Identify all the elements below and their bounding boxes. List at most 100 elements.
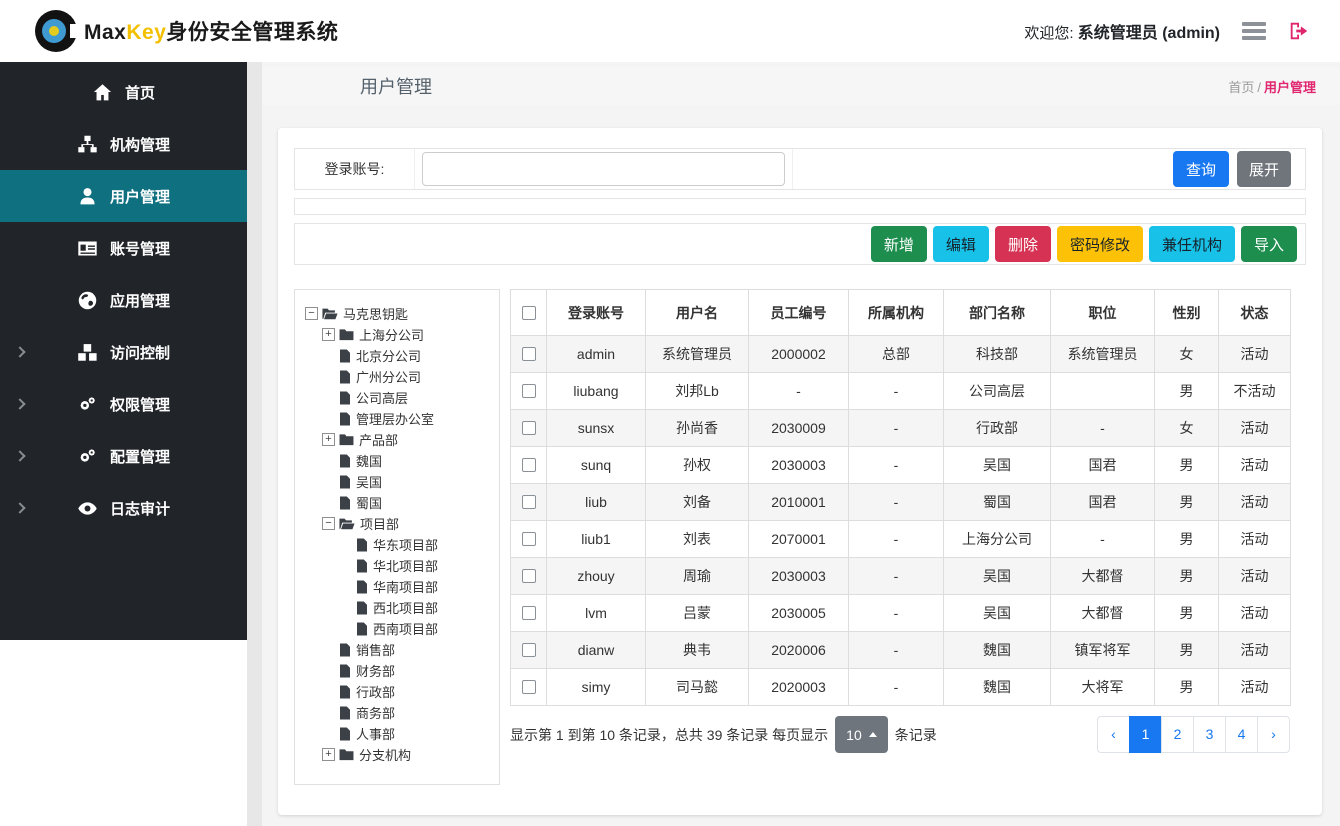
tree-node[interactable]: 魏国 bbox=[303, 450, 491, 471]
tree-node[interactable]: 销售部 bbox=[303, 639, 491, 660]
table-cell: 魏国 bbox=[944, 632, 1051, 669]
expand-icon[interactable]: + bbox=[322, 433, 335, 446]
add-button[interactable]: 新增 bbox=[871, 226, 927, 262]
tree-node[interactable]: −马克思钥匙 bbox=[303, 303, 491, 324]
tree-node[interactable]: 西南项目部 bbox=[303, 618, 491, 639]
table-cell: 2000002 bbox=[749, 336, 849, 373]
tree-node[interactable]: +上海分公司 bbox=[303, 324, 491, 345]
select-all-checkbox[interactable] bbox=[522, 306, 536, 320]
page-size-value: 10 bbox=[846, 727, 862, 743]
brand-max: Max bbox=[84, 21, 126, 44]
logout-icon[interactable] bbox=[1288, 20, 1310, 42]
row-select-cell bbox=[511, 484, 547, 521]
row-checkbox[interactable] bbox=[522, 606, 536, 620]
collapse-icon[interactable]: − bbox=[305, 307, 318, 320]
table-cell: 2030009 bbox=[749, 410, 849, 447]
query-button[interactable]: 查询 bbox=[1173, 151, 1229, 187]
sidebar-item-audit[interactable]: 日志审计 bbox=[0, 482, 247, 534]
pagination: ‹1234› bbox=[1097, 716, 1290, 753]
sidebar-item-access[interactable]: 访问控制 bbox=[0, 326, 247, 378]
breadcrumb-home-link[interactable]: 首页 bbox=[1228, 80, 1254, 95]
row-checkbox[interactable] bbox=[522, 532, 536, 546]
search-form: 登录账号: 查询 展开 bbox=[294, 148, 1306, 190]
sidebar-item-users[interactable]: 用户管理 bbox=[0, 170, 247, 222]
table-row[interactable]: liub1刘表2070001-上海分公司-男活动 bbox=[511, 521, 1291, 558]
app-header: MaxKey身份安全管理系统 欢迎您: 系统管理员 (admin) bbox=[0, 0, 1340, 62]
table-row[interactable]: liubang刘邦Lb--公司高层男不活动 bbox=[511, 373, 1291, 410]
sidebar-item-apps[interactable]: 应用管理 bbox=[0, 274, 247, 326]
table-row[interactable]: admin系统管理员2000002总部科技部系统管理员女活动 bbox=[511, 336, 1291, 373]
table-row[interactable]: simy司马懿2020003-魏国大将军男活动 bbox=[511, 669, 1291, 706]
table-cell: - bbox=[849, 669, 944, 706]
table-cell: 男 bbox=[1155, 595, 1219, 632]
tree-node[interactable]: 西北项目部 bbox=[303, 597, 491, 618]
expand-icon[interactable]: + bbox=[322, 748, 335, 761]
tree-node[interactable]: 华北项目部 bbox=[303, 555, 491, 576]
table-cell: lvm bbox=[547, 595, 646, 632]
collapse-icon[interactable]: − bbox=[322, 517, 335, 530]
table-cell: 吴国 bbox=[944, 558, 1051, 595]
row-checkbox[interactable] bbox=[522, 569, 536, 583]
row-checkbox[interactable] bbox=[522, 421, 536, 435]
tree-node[interactable]: 华南项目部 bbox=[303, 576, 491, 597]
row-checkbox[interactable] bbox=[522, 458, 536, 472]
tree-node[interactable]: 广州分公司 bbox=[303, 366, 491, 387]
file-icon bbox=[356, 538, 368, 552]
table-row[interactable]: zhouy周瑜2030003-吴国大都督男活动 bbox=[511, 558, 1291, 595]
change-password-button[interactable]: 密码修改 bbox=[1057, 226, 1143, 262]
row-checkbox[interactable] bbox=[522, 347, 536, 361]
tree-node[interactable]: 公司高层 bbox=[303, 387, 491, 408]
table-cell: 活动 bbox=[1219, 595, 1291, 632]
table-cell: 科技部 bbox=[944, 336, 1051, 373]
table-cell: 活动 bbox=[1219, 521, 1291, 558]
tree-node[interactable]: +产品部 bbox=[303, 429, 491, 450]
tree-node-label: 魏国 bbox=[356, 451, 382, 470]
tree-node[interactable]: 蜀国 bbox=[303, 492, 491, 513]
sidebar-item-org[interactable]: 机构管理 bbox=[0, 118, 247, 170]
tree-node[interactable]: −项目部 bbox=[303, 513, 491, 534]
sidebar-item-accounts[interactable]: 账号管理 bbox=[0, 222, 247, 274]
sidebar-item-label: 首页 bbox=[125, 82, 155, 103]
edit-button[interactable]: 编辑 bbox=[933, 226, 989, 262]
page-button-1[interactable]: 1 bbox=[1129, 716, 1162, 753]
tree-node[interactable]: 华东项目部 bbox=[303, 534, 491, 555]
sidebar-item-config[interactable]: 配置管理 bbox=[0, 430, 247, 482]
breadcrumb-current[interactable]: 用户管理 bbox=[1264, 80, 1316, 95]
table-row[interactable]: dianw典韦2020006-魏国镇军将军男活动 bbox=[511, 632, 1291, 669]
tree-node[interactable]: 财务部 bbox=[303, 660, 491, 681]
row-checkbox[interactable] bbox=[522, 384, 536, 398]
tree-node[interactable]: 人事部 bbox=[303, 723, 491, 744]
row-checkbox[interactable] bbox=[522, 643, 536, 657]
tree-node[interactable]: +分支机构 bbox=[303, 744, 491, 765]
table-cell: 活动 bbox=[1219, 484, 1291, 521]
tree-node[interactable]: 行政部 bbox=[303, 681, 491, 702]
import-button[interactable]: 导入 bbox=[1241, 226, 1297, 262]
table-row[interactable]: sunsx孙尚香2030009-行政部-女活动 bbox=[511, 410, 1291, 447]
tree-node[interactable]: 吴国 bbox=[303, 471, 491, 492]
tree-node[interactable]: 北京分公司 bbox=[303, 345, 491, 366]
sidebar-item-perms[interactable]: 权限管理 bbox=[0, 378, 247, 430]
tree-node[interactable]: 管理层办公室 bbox=[303, 408, 491, 429]
row-checkbox[interactable] bbox=[522, 495, 536, 509]
adjunct-org-button[interactable]: 兼任机构 bbox=[1149, 226, 1235, 262]
prev-page-button[interactable]: ‹ bbox=[1097, 716, 1130, 753]
page-button-4[interactable]: 4 bbox=[1225, 716, 1258, 753]
tree-node[interactable]: 商务部 bbox=[303, 702, 491, 723]
table-cell: - bbox=[849, 632, 944, 669]
folder-icon bbox=[339, 328, 354, 341]
login-account-input[interactable] bbox=[422, 152, 785, 186]
delete-button[interactable]: 删除 bbox=[995, 226, 1051, 262]
table-row[interactable]: liub刘备2010001-蜀国国君男活动 bbox=[511, 484, 1291, 521]
page-button-3[interactable]: 3 bbox=[1193, 716, 1226, 753]
page-button-2[interactable]: 2 bbox=[1161, 716, 1194, 753]
expand-button[interactable]: 展开 bbox=[1237, 151, 1291, 187]
row-checkbox[interactable] bbox=[522, 680, 536, 694]
next-page-button[interactable]: › bbox=[1257, 716, 1290, 753]
table-row[interactable]: lvm吕蒙2030005-吴国大都督男活动 bbox=[511, 595, 1291, 632]
page-size-dropdown[interactable]: 10 bbox=[835, 716, 888, 753]
sidebar-item-home[interactable]: 首页 bbox=[0, 66, 247, 118]
column-header: 员工编号 bbox=[749, 290, 849, 336]
table-row[interactable]: sunq孙权2030003-吴国国君男活动 bbox=[511, 447, 1291, 484]
menu-toggle-icon[interactable] bbox=[1242, 22, 1266, 40]
expand-icon[interactable]: + bbox=[322, 328, 335, 341]
